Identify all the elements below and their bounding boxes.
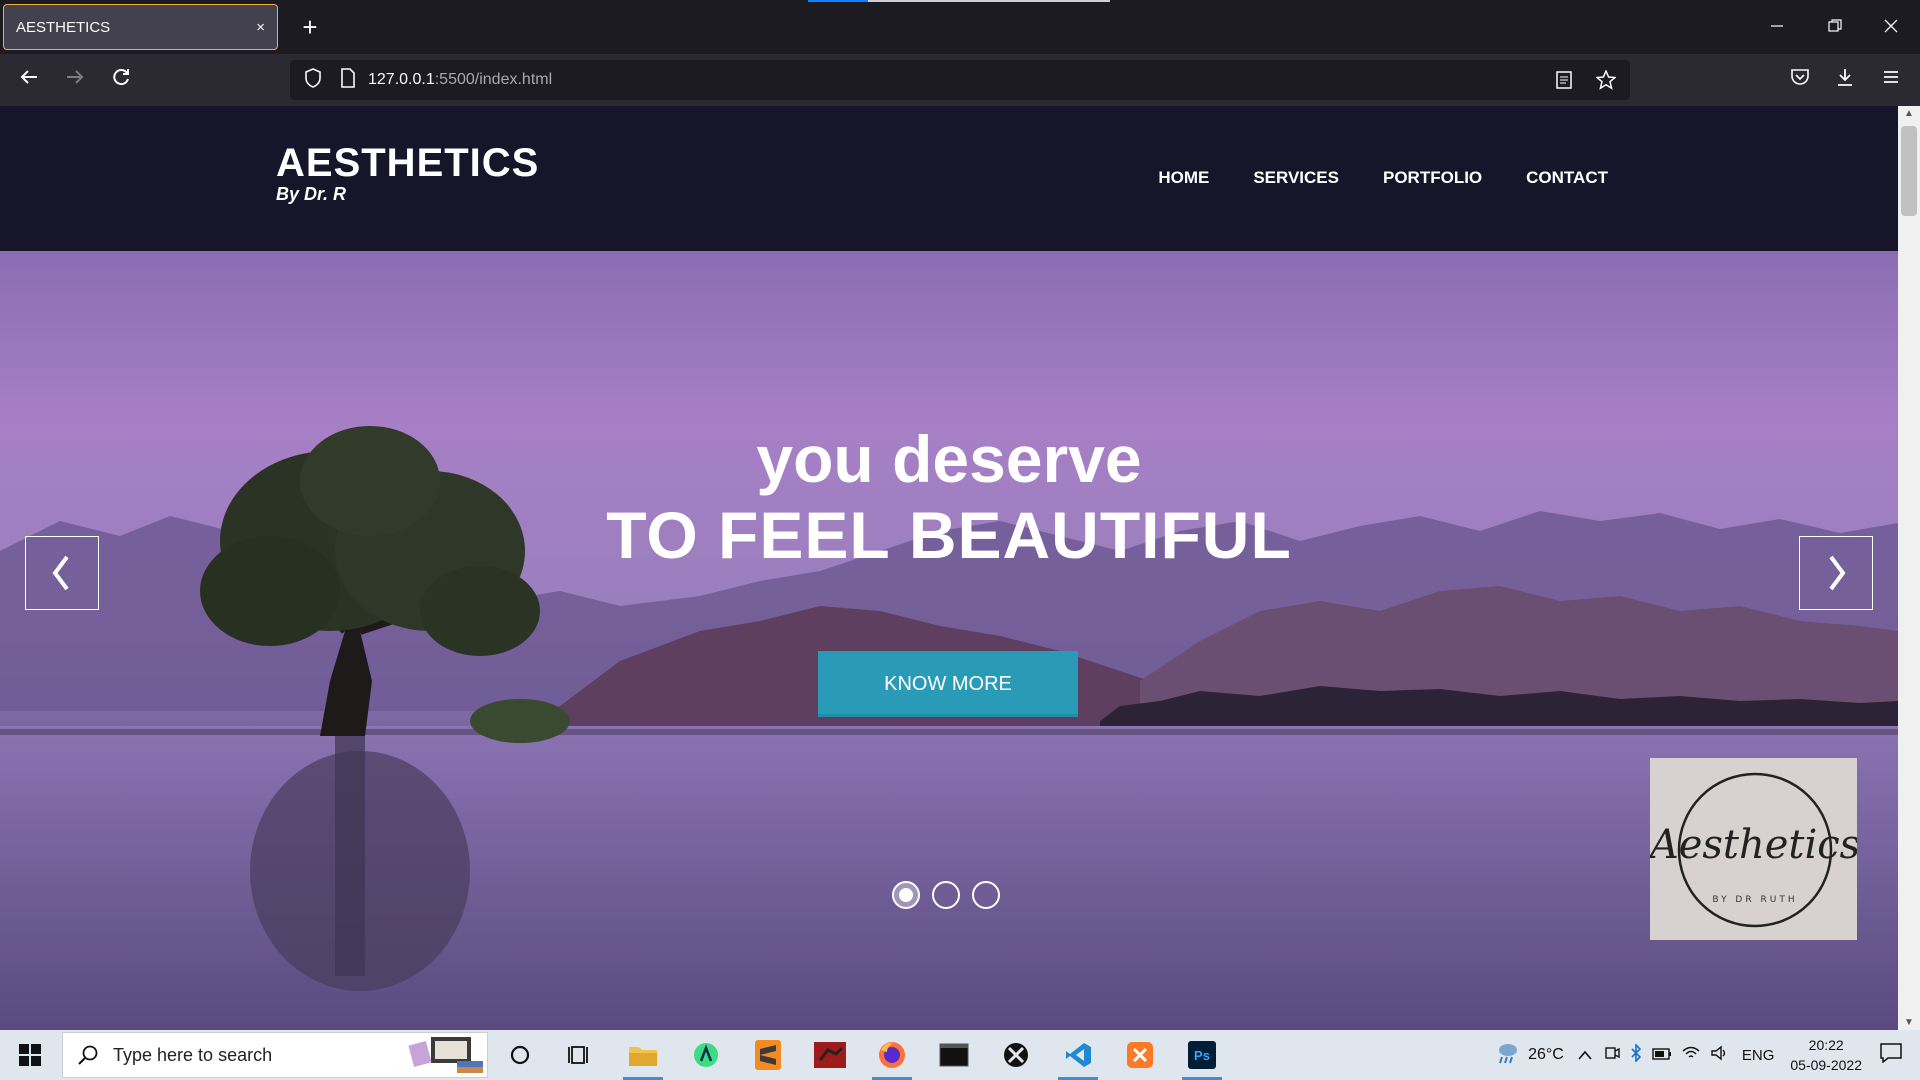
pocket-icon[interactable] [1785,65,1815,95]
hero-headline: you deserve TO FEEL BEAUTIFUL [0,421,1898,573]
windows-taskbar: Type here to search Ps 26°C ENG 20:22 05… [0,1030,1920,1080]
carousel-dot-1[interactable] [892,881,920,909]
hero-line-2: TO FEEL BEAUTIFUL [606,498,1292,572]
url-text[interactable]: 127.0.0.1:5500/index.html [368,71,552,89]
logo-script-text: Aesthetics [1650,822,1857,868]
menu-item-home[interactable]: HOME [1158,168,1209,188]
android-studio-icon[interactable] [686,1035,726,1075]
carousel-dot-2[interactable] [932,881,960,909]
show-hidden-icons-icon[interactable] [1578,1047,1592,1064]
hamburger-menu-icon[interactable] [1876,65,1906,95]
aesthetics-logo-image: Aesthetics BY DR RUTH [1646,758,1860,940]
chevron-left-icon [52,555,69,591]
site-header: AESTHETICS By Dr. R HOME SERVICES PORTFO… [0,106,1898,251]
menu-item-services[interactable]: SERVICES [1253,168,1339,188]
weather-icon[interactable] [1494,1041,1520,1069]
minimize-icon[interactable] [1762,12,1792,42]
carousel-indicators [892,881,1000,909]
close-window-icon[interactable] [1876,12,1906,42]
next-slide-button[interactable] [1799,536,1873,610]
url-host: 127.0.0.1 [368,71,435,88]
tab-loading-bar [808,0,1110,2]
chevron-right-icon [1829,555,1846,591]
main-menu: HOME SERVICES PORTFOLIO CONTACT [1158,168,1608,188]
battery-icon[interactable] [1652,1047,1672,1064]
photoshop-icon[interactable]: Ps [1182,1035,1222,1080]
new-tab-button[interactable]: + [295,12,325,42]
menu-item-contact[interactable]: CONTACT [1526,168,1608,188]
navigation-toolbar: 127.0.0.1:5500/index.html [0,54,1920,106]
sublime-text-icon[interactable] [748,1035,788,1075]
menu-item-portfolio[interactable]: PORTFOLIO [1383,168,1482,188]
clock-date: 05-09-2022 [1790,1057,1862,1073]
tab-title: AESTHETICS [16,18,111,36]
search-highlight-illustration [408,1037,483,1073]
language-indicator[interactable]: ENG [1742,1047,1775,1064]
carousel-dot-3[interactable] [972,881,1000,909]
file-explorer-icon[interactable] [623,1035,663,1080]
page-scrollbar[interactable]: ▲ ▼ [1898,106,1920,1030]
brand-name: AESTHETICS [276,141,540,185]
forward-arrow-icon[interactable] [60,65,90,95]
scroll-up-icon[interactable]: ▲ [1898,108,1920,119]
download-icon[interactable] [1830,65,1860,95]
meet-now-icon[interactable] [1604,1045,1620,1065]
reload-icon[interactable] [106,65,136,95]
windows-start-icon[interactable] [0,1030,60,1080]
scroll-down-icon[interactable]: ▼ [1898,1017,1920,1028]
hero-landscape-image [0,426,1898,1030]
bookmark-star-icon[interactable] [1592,65,1620,95]
hero-carousel: you deserve TO FEEL BEAUTIFUL KNOW MORE [0,251,1898,1030]
taskbar-search-box[interactable]: Type here to search [62,1032,488,1078]
task-view-icon[interactable] [560,1035,600,1075]
bluetooth-icon[interactable] [1630,1043,1642,1066]
page-icon [340,67,356,93]
notification-center-icon[interactable] [1880,1043,1902,1067]
page-viewport: AESTHETICS By Dr. R HOME SERVICES PORTFO… [0,106,1898,1030]
reader-view-icon[interactable] [1550,65,1578,95]
xampp-icon[interactable] [1120,1035,1160,1075]
close-tab-icon[interactable]: × [256,19,265,36]
cortana-icon[interactable] [500,1035,540,1075]
brand-subtitle: By Dr. R [276,184,347,204]
svg-text:Ps: Ps [1194,1048,1210,1063]
prev-slide-button[interactable] [25,536,99,610]
logo-sub-text: BY DR RUTH [1712,895,1797,905]
browser-tab[interactable]: AESTHETICS × [3,4,278,50]
site-brand[interactable]: AESTHETICS By Dr. R [276,141,539,205]
system-clock[interactable]: 20:22 05-09-2022 [1790,1035,1862,1075]
shield-icon[interactable] [304,67,322,93]
clock-time: 20:22 [1808,1037,1844,1053]
back-arrow-icon[interactable] [14,65,44,95]
vscode-icon[interactable] [1058,1035,1098,1080]
hero-line-1: you deserve [756,422,1142,496]
volume-icon[interactable] [1710,1045,1728,1065]
know-more-button[interactable]: KNOW MORE [818,651,1078,717]
firefox-icon[interactable] [872,1035,912,1080]
restore-icon[interactable] [1820,12,1850,42]
wifi-icon[interactable] [1682,1046,1700,1064]
game-app-icon[interactable] [810,1035,850,1075]
tab-strip: AESTHETICS × + [0,0,1920,54]
xbox-icon[interactable] [996,1035,1036,1075]
url-path: :5500/index.html [434,71,553,88]
search-icon [78,1045,98,1065]
temperature-text[interactable]: 26°C [1528,1046,1564,1064]
scrollbar-thumb[interactable] [1901,126,1917,216]
terminal-icon[interactable] [934,1035,974,1075]
search-placeholder: Type here to search [113,1044,273,1065]
system-tray: 26°C ENG 20:22 05-09-2022 [1494,1030,1920,1080]
address-bar[interactable]: 127.0.0.1:5500/index.html [290,60,1630,100]
